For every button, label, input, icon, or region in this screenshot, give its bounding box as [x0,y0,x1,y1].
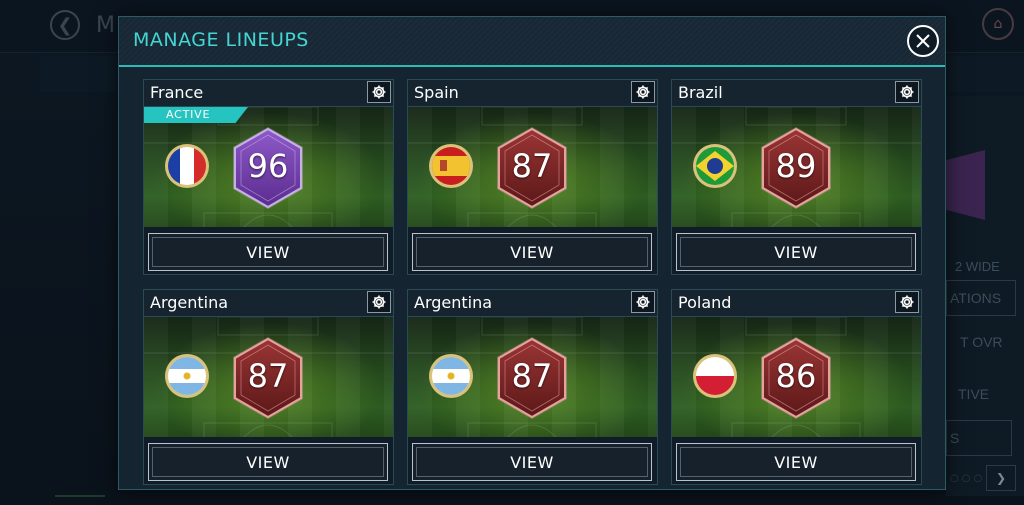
pitch-background: 86 [672,317,921,437]
team-ovr-value: 87 [247,357,289,395]
modal-header: MANAGE LINEUPS [119,17,945,67]
pitch-background: 89 [672,107,921,227]
lineup-name: Spain [414,83,459,102]
lineup-settings-button[interactable] [367,291,391,313]
team-ovr-value: 87 [511,357,553,395]
gear-icon [372,295,386,309]
team-ovr-value: 86 [775,357,817,395]
lineup-settings-button[interactable] [895,291,919,313]
lineup-name: Argentina [414,293,493,312]
background-title: M [96,13,115,38]
lineup-name: Argentina [150,293,229,312]
gear-icon [636,85,650,99]
background-label: 2 WIDE [955,259,1000,274]
gear-icon [900,85,914,99]
view-button-label: VIEW [510,452,554,472]
background-label: TIVE [958,386,990,402]
team-ovr-value: 89 [775,147,817,185]
lineup-card-header: Argentina [144,290,393,317]
gear-icon [900,295,914,309]
team-ovr-value: 87 [511,147,553,185]
view-button-label: VIEW [774,452,818,472]
lineup-card-header: France [144,80,393,107]
active-badge: ACTIVE [144,107,248,123]
team-ovr-badge: 86 [758,335,834,421]
close-button[interactable] [907,25,939,57]
poland-flag-icon [692,353,738,399]
view-button-label: VIEW [774,242,818,262]
lineup-card-header: Brazil [672,80,921,107]
team-ovr-badge: 87 [494,125,570,211]
lineup-card-header: Spain [408,80,657,107]
view-lineup-button[interactable]: VIEW [412,443,652,481]
gear-icon [372,85,386,99]
view-lineup-button[interactable]: VIEW [676,443,916,481]
lineup-settings-button[interactable] [895,81,919,103]
lineup-settings-button[interactable] [367,81,391,103]
spain-flag-icon [428,143,474,189]
view-button-label: VIEW [510,242,554,262]
lineup-card-3: Brazil 89 VIEW [671,79,922,275]
team-ovr-badge: 89 [758,125,834,211]
close-icon [916,34,930,48]
view-lineup-button[interactable]: VIEW [148,233,388,271]
modal-title: MANAGE LINEUPS [133,29,309,51]
lineup-card-5: Argentina 87 VIEW [407,289,658,485]
lineup-card-1: France 96 ACTIVE VIEW [143,79,394,275]
france-flag-icon [164,143,210,189]
lineup-card-4: Argentina 87 VIEW [143,289,394,485]
argentina-flag-icon [428,353,474,399]
brazil-flag-icon [692,143,738,189]
pagination-dots: ○○○ [950,473,986,484]
lineup-card-header: Poland [672,290,921,317]
pitch-background: 87 [408,107,657,227]
background-label: T OVR [960,334,1003,350]
view-lineup-button[interactable]: VIEW [412,233,652,271]
argentina-flag-icon [164,353,210,399]
lineup-settings-button[interactable] [631,291,655,313]
team-ovr-badge: 87 [494,335,570,421]
gear-icon [636,295,650,309]
view-lineup-button[interactable]: VIEW [148,443,388,481]
lineup-card-2: Spain 87 VIEW [407,79,658,275]
lineup-card-6: Poland 86 VIEW [671,289,922,485]
lineup-settings-button[interactable] [631,81,655,103]
background-label: S [950,430,960,446]
team-ovr-value: 96 [247,147,289,185]
background-label: ATIONS [950,290,1002,306]
view-button-label: VIEW [246,452,290,472]
back-arrow-icon[interactable]: ❮ [50,10,80,40]
pitch-background: 87 [144,317,393,437]
lineup-card-header: Argentina [408,290,657,317]
lineup-name: Poland [678,293,732,312]
lineup-name: France [150,83,204,102]
manage-lineups-modal: MANAGE LINEUPS France 96 ACTIVE VIEW Spain 87… [118,16,946,490]
pitch-background: 96 [144,107,393,227]
team-ovr-badge: 96 [230,125,306,211]
view-lineup-button[interactable]: VIEW [676,233,916,271]
view-button-label: VIEW [246,242,290,262]
pitch-background: 87 [408,317,657,437]
home-icon[interactable]: ⌂ [982,8,1014,40]
lineup-name: Brazil [678,83,723,102]
next-arrow-icon[interactable]: ❯ [986,465,1016,491]
team-ovr-badge: 87 [230,335,306,421]
background-rating-hex [945,150,985,220]
background-divider [55,495,105,497]
